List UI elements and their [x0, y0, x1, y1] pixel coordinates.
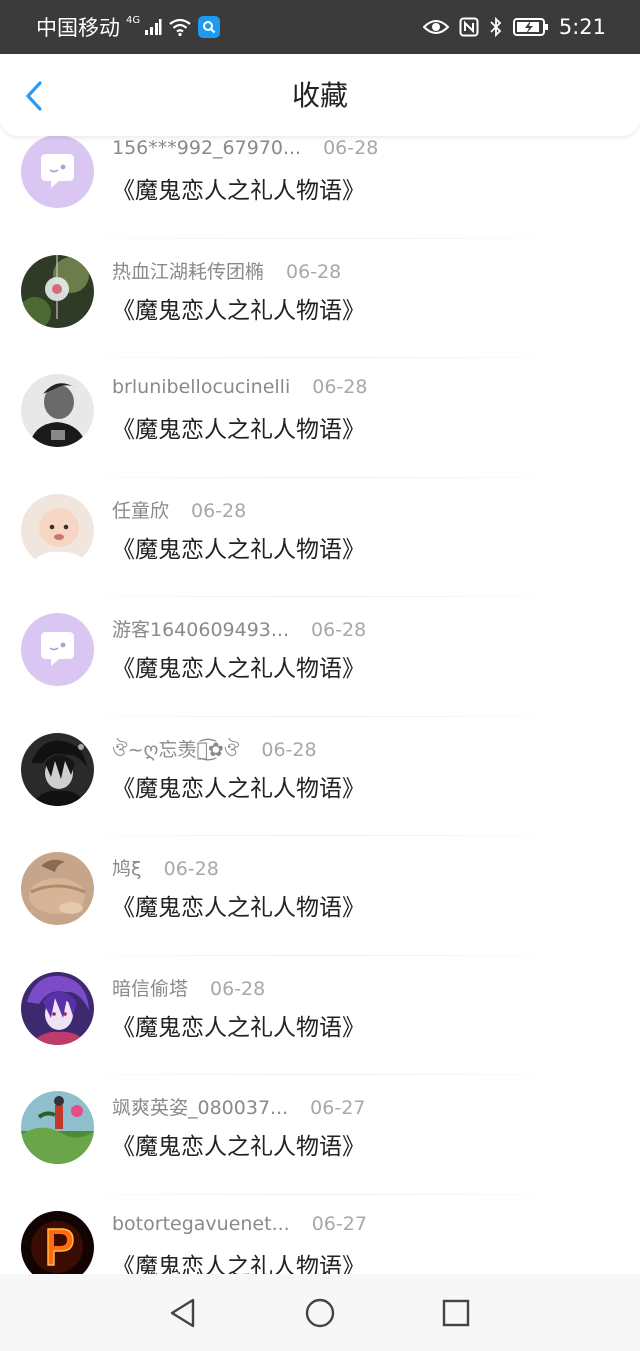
avatar[interactable]: [21, 732, 94, 806]
username: botortegavuenet...: [112, 1212, 290, 1235]
system-nav-bar: [0, 1274, 640, 1351]
username: 飒爽英姿_080037...: [112, 1097, 289, 1119]
item-date: 06-28: [261, 738, 317, 761]
bluetooth-icon: [490, 16, 502, 38]
username: 156***992_67970...: [112, 137, 302, 159]
item-title[interactable]: 《魔鬼恋人之礼人物语》: [112, 888, 365, 922]
list-item[interactable]: 暗信偷塔 06-28 《魔鬼恋人之礼人物语》: [0, 956, 640, 1075]
item-date: 06-28: [311, 619, 367, 641]
item-date: 06-27: [311, 1212, 367, 1235]
nav-back-button[interactable]: [167, 1297, 199, 1329]
eye-icon: [422, 20, 449, 34]
item-date: 06-28: [312, 376, 368, 398]
nav-home-button[interactable]: [304, 1297, 336, 1329]
avatar[interactable]: [21, 254, 94, 328]
username: 鸠ξ: [112, 858, 142, 880]
list-item[interactable]: 热血江湖耗传团椭 06-28 《魔鬼恋人之礼人物语》: [0, 239, 640, 358]
item-title[interactable]: 《魔鬼恋人之礼人物语》: [112, 410, 365, 444]
title-bar: 收藏: [0, 54, 640, 136]
status-bar: 中国移动 4G 5:21: [0, 0, 640, 54]
username: 游客1640609493...: [112, 619, 290, 641]
battery-charging-icon: [512, 18, 548, 36]
avatar[interactable]: [21, 971, 94, 1045]
item-date: 06-28: [191, 499, 247, 522]
item-title[interactable]: 《魔鬼恋人之礼人物语》: [112, 1008, 365, 1042]
network-type: 4G: [126, 14, 141, 26]
item-title[interactable]: 《魔鬼恋人之礼人物语》: [112, 171, 365, 205]
list-item[interactable]: 鸠ξ 06-28 《魔鬼恋人之礼人物语》: [0, 836, 640, 956]
list-item[interactable]: 飒爽英姿_080037... 06-27 《魔鬼恋人之礼人物语》: [0, 1075, 640, 1195]
item-title[interactable]: 《魔鬼恋人之礼人物语》: [112, 291, 365, 325]
avatar[interactable]: [21, 1210, 94, 1274]
list-item[interactable]: ঔ~ღ忘羡ⓑ͜͡✿ঔ 06-28 《魔鬼恋人之礼人物语》: [0, 717, 640, 836]
clock: 5:21: [558, 15, 606, 39]
item-date: 06-28: [210, 977, 266, 1000]
username: 任童欣: [112, 499, 170, 522]
list-item[interactable]: brlunibellocucinelli 06-28 《魔鬼恋人之礼人物语》: [0, 358, 640, 478]
item-title[interactable]: 《魔鬼恋人之礼人物语》: [112, 649, 365, 683]
username: 暗信偷塔: [112, 977, 189, 1000]
item-date: 06-28: [286, 260, 342, 283]
item-title[interactable]: 《魔鬼恋人之礼人物语》: [112, 1247, 365, 1275]
avatar[interactable]: [21, 136, 94, 208]
item-title[interactable]: 《魔鬼恋人之礼人物语》: [112, 1127, 365, 1161]
item-date: 06-27: [310, 1097, 366, 1119]
nfc-icon: [459, 17, 479, 37]
username: 热血江湖耗传团椭: [112, 260, 265, 283]
username: ঔ~ღ忘羡ⓑ͜͡✿ঔ: [112, 738, 240, 761]
search-app-icon: [198, 16, 221, 38]
avatar[interactable]: [21, 1091, 94, 1164]
page-title: 收藏: [291, 79, 348, 112]
avatar[interactable]: [21, 852, 94, 925]
avatar[interactable]: [21, 374, 94, 447]
wifi-icon: [169, 18, 191, 37]
item-title[interactable]: 《魔鬼恋人之礼人物语》: [112, 530, 365, 564]
username: brlunibellocucinelli: [112, 376, 291, 398]
list-item[interactable]: 游客1640609493... 06-28 《魔鬼恋人之礼人物语》: [0, 597, 640, 717]
item-date: 06-28: [163, 858, 219, 880]
avatar[interactable]: [21, 613, 94, 686]
avatar[interactable]: [21, 493, 94, 567]
favorites-list: 156***992_67970... 06-28 《魔鬼恋人之礼人物语》 热血江湖耗传…: [0, 136, 640, 1274]
list-item[interactable]: 任童欣 06-28 《魔鬼恋人之礼人物语》: [0, 478, 640, 597]
nav-recent-button[interactable]: [440, 1297, 472, 1329]
list-item[interactable]: botortegavuenet... 06-27 《魔鬼恋人之礼人物语》: [0, 1195, 640, 1275]
item-title[interactable]: 《魔鬼恋人之礼人物语》: [112, 769, 365, 803]
list-item[interactable]: 156***992_67970... 06-28 《魔鬼恋人之礼人物语》: [0, 136, 640, 239]
carrier-name: 中国移动: [36, 16, 120, 40]
signal-icon: [145, 19, 162, 35]
item-date: 06-28: [323, 137, 379, 159]
